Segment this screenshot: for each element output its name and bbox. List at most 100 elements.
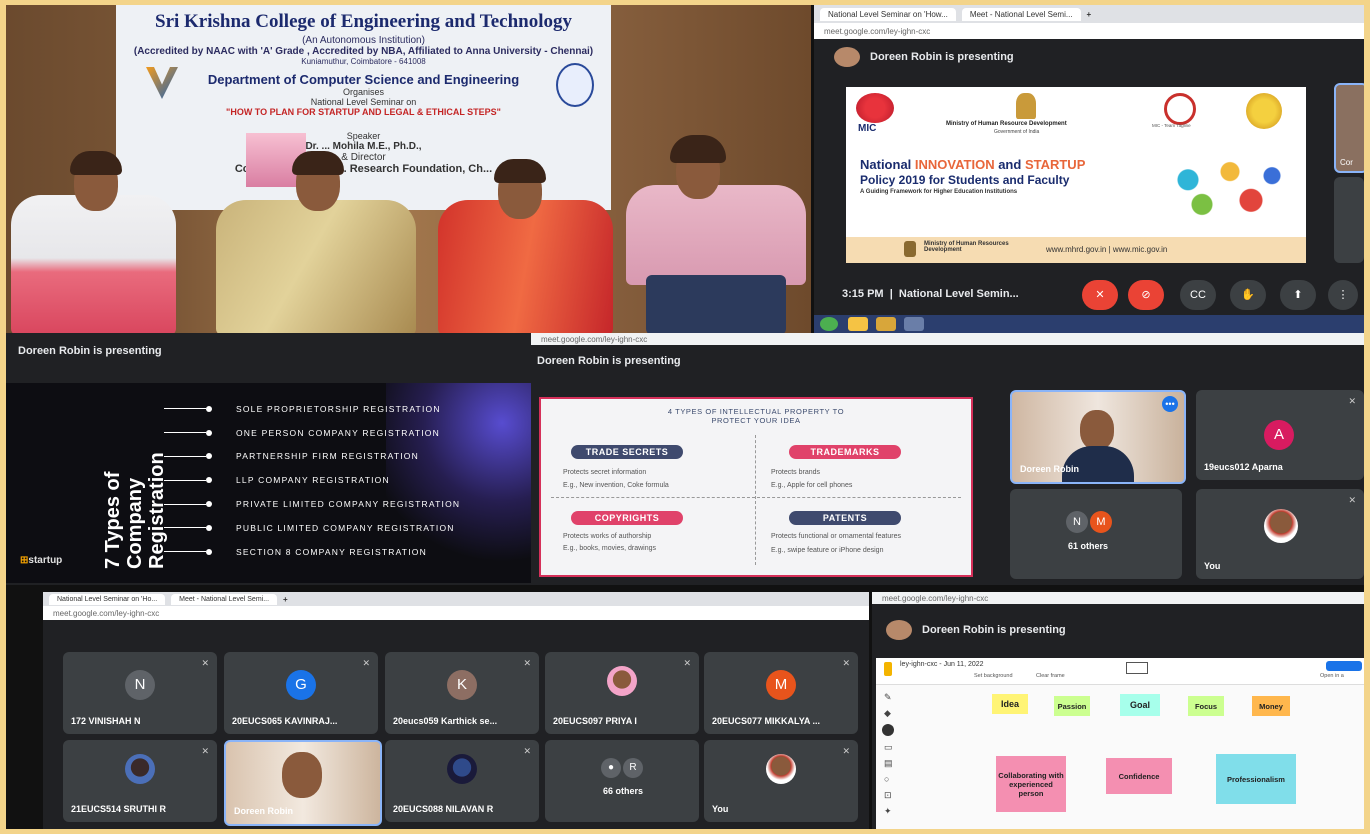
emblem-icon	[1016, 93, 1036, 119]
presenting-label: Doreen Robin is presenting	[870, 51, 1014, 63]
ip-divider-h	[551, 497, 961, 499]
participant-name: 20eucs059 Karthick se...	[393, 716, 498, 726]
others-count: 66 others	[603, 786, 644, 796]
ip-divider	[755, 435, 757, 565]
participant-avatar: M	[1090, 511, 1112, 533]
frame-thumbnail[interactable]	[1126, 662, 1148, 674]
new-tab-icon[interactable]: +	[283, 595, 288, 604]
meet-button[interactable]	[1326, 661, 1362, 671]
clear-frame-button[interactable]: Clear frame	[1036, 673, 1065, 679]
presenting-bar: Doreen Robin is presenting	[886, 620, 1066, 640]
side-tile-peek[interactable]: Cor	[1334, 83, 1364, 173]
sticky-note[interactable]: Collaborating with experienced person	[996, 756, 1066, 812]
registration-item: ONE PERSON COMPANY REGISTRATION	[164, 421, 460, 445]
app-taskbar-icon[interactable]	[904, 317, 924, 331]
browser-tab[interactable]: National Level Seminar on 'Ho...	[49, 593, 166, 605]
sticky-note-tool-icon[interactable]: ▭	[884, 742, 893, 753]
sticky-note[interactable]: Professionalism	[1216, 754, 1296, 804]
chrome-taskbar-icon[interactable]	[848, 317, 868, 331]
speaking-indicator-icon: •••	[1162, 396, 1178, 412]
jamboard-toolbar: ley-ighn-cxc - Jun 11, 2022 Set backgrou…	[876, 658, 1364, 685]
presenter-face	[1080, 410, 1114, 450]
eraser-tool-icon[interactable]: ◆	[884, 708, 891, 719]
more-options-button[interactable]: ⋮	[1328, 280, 1358, 310]
policy-title-line2: Policy 2019 for Students and Faculty	[860, 173, 1070, 187]
presenting-label: Doreen Robin is presenting	[922, 624, 1066, 636]
slide-title: 7 Types of Company Registration	[102, 383, 168, 569]
participant-tile[interactable]: ● R 66 others	[545, 740, 699, 822]
address-bar[interactable]: meet.google.com/ley-ighn-cxc	[531, 333, 1364, 345]
participant-tile[interactable]: ✕ G 20EUCS065 KAVINRAJ...	[224, 652, 378, 734]
start-icon[interactable]	[820, 317, 838, 331]
presenting-label: Doreen Robin is presenting	[537, 355, 681, 367]
participant-photo	[766, 754, 796, 784]
ip-item: E.g., Apple for cell phones	[771, 482, 853, 489]
slide-footer: Ministry of Human Resources Development …	[846, 237, 1306, 263]
sticky-note[interactable]: Money	[1252, 696, 1290, 716]
collage: Sri Krishna College of Engineering and T…	[6, 5, 1364, 829]
footer-emblem-icon	[904, 241, 916, 257]
set-background-button[interactable]: Set background	[974, 673, 1013, 679]
participant-tile-presenter[interactable]: Doreen Robin	[224, 740, 382, 826]
meeting-time: 3:15 PM	[842, 288, 884, 300]
browser-tab-active[interactable]: Meet - National Level Semi...	[961, 7, 1081, 21]
text-tool-icon[interactable]: ⊡	[884, 790, 892, 801]
url-text: meet.google.com/ley-ighn-cxc	[824, 26, 931, 36]
present-button[interactable]: ⬆	[1280, 280, 1316, 310]
camera-off-button[interactable]: ⊘	[1128, 280, 1164, 310]
participant-tile-self[interactable]: ✕ You	[704, 740, 858, 822]
browser-tab-active[interactable]: Meet - National Level Semi...	[171, 593, 278, 605]
seal-logo	[1246, 93, 1282, 129]
new-tab-icon[interactable]: +	[1087, 10, 1092, 19]
sticky-note[interactable]: Idea	[992, 694, 1028, 714]
address-bar[interactable]: meet.google.com/ley-ighn-cxc	[43, 606, 869, 620]
participant-tile[interactable]: ✕ 20EUCS088 NILAVAN R	[385, 740, 539, 822]
participant-tile[interactable]: ✕ 21EUCS514 SRUTHI R	[63, 740, 217, 822]
address-bar[interactable]: meet.google.com/ley-ighn-cxc	[872, 592, 1364, 604]
mic-muted-icon: ✕	[523, 658, 531, 668]
participant-tile[interactable]: ✕ M 20EUCS077 MIKKALYA ...	[704, 652, 858, 734]
windows-taskbar	[814, 315, 1364, 333]
sticky-note[interactable]: Passion	[1054, 696, 1090, 716]
explorer-taskbar-icon[interactable]	[876, 317, 896, 331]
participant-avatar: K	[447, 670, 477, 700]
jamboard-logo-icon	[884, 662, 892, 676]
mic-muted-icon: ✕	[201, 746, 209, 756]
participant-tile-self[interactable]: ✕ You	[1196, 489, 1364, 579]
ip-item: E.g., books, movies, drawings	[563, 545, 656, 552]
address-bar[interactable]: meet.google.com/ley-ighn-cxc	[814, 23, 1364, 39]
open-in-link[interactable]: Open in a	[1320, 673, 1344, 679]
accreditation-text: (Accredited by NAAC with 'A' Grade , Acc…	[133, 46, 594, 57]
speaker-label: Speaker	[346, 131, 381, 141]
laser-tool-icon[interactable]: ✦	[884, 806, 892, 817]
mic-muted-icon: ✕	[1348, 396, 1356, 406]
sticky-note[interactable]: Confidence	[1106, 758, 1172, 794]
participant-tile-presenter[interactable]: ••• Doreen Robin	[1010, 390, 1186, 484]
participant-tile[interactable]: ✕ N 172 VINISHAH N	[63, 652, 217, 734]
select-tool-icon[interactable]	[882, 724, 894, 736]
participant-tile-others[interactable]: N M 61 others	[1010, 489, 1182, 579]
footer-urls: www.mhrd.gov.in | www.mic.gov.in	[1046, 245, 1168, 254]
participant-tile[interactable]: ✕ A 19eucs012 Aparna	[1196, 390, 1364, 480]
participant-name: 20EUCS077 MIKKALYA ...	[712, 716, 821, 726]
pen-tool-icon[interactable]: ✎	[884, 692, 892, 703]
people-icon: ●	[601, 758, 621, 778]
sticky-note[interactable]: Focus	[1188, 696, 1224, 716]
participant-tile[interactable]: ✕ 20EUCS097 PRIYA I	[545, 652, 699, 734]
policy-title-innovation: INNOVATION	[914, 157, 995, 172]
meet-window-left: Doreen Robin is presenting 7 Types of Co…	[6, 333, 531, 585]
mic-off-button[interactable]: ✕	[1082, 280, 1118, 310]
patents-box: PATENTS	[789, 511, 901, 525]
browser-tab[interactable]: National Level Seminar on 'How...	[820, 7, 956, 21]
sticky-note[interactable]: Goal	[1120, 694, 1160, 716]
raise-hand-button[interactable]: ✋	[1230, 280, 1266, 310]
mic-logo	[856, 93, 894, 123]
participant-avatar: A	[1264, 420, 1294, 450]
image-tool-icon[interactable]: ▤	[884, 758, 893, 769]
captions-button[interactable]: CC	[1180, 280, 1216, 310]
ip-item: Protects brands	[771, 469, 821, 476]
participant-tile[interactable]: ✕ K 20eucs059 Karthick se...	[385, 652, 539, 734]
organises-label: Organises	[342, 87, 385, 97]
shape-tool-icon[interactable]: ○	[884, 774, 889, 784]
registration-item: PUBLIC LIMITED COMPANY REGISTRATION	[164, 516, 460, 540]
